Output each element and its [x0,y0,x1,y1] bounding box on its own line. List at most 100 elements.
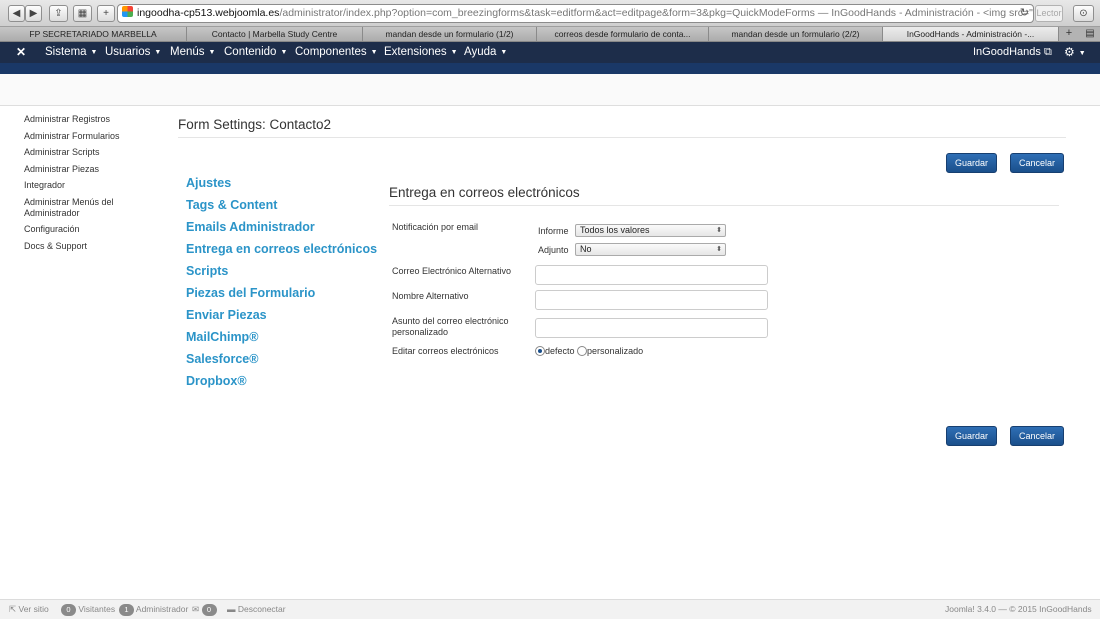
radio-custom-label[interactable]: personalizado [587,346,643,356]
caret-down-icon: ▼ [370,49,378,56]
sidebar-item-formularios[interactable]: Administrar Formularios [24,131,164,142]
menu-contenido[interactable]: Contenido ▼ [224,42,287,63]
tab-dropbox[interactable]: Dropbox® [186,372,377,394]
custom-subject-label: Asunto del correo electrónico personaliz… [392,316,509,337]
menu-componentes[interactable]: Componentes ▼ [295,42,378,63]
menu-menus[interactable]: Menús ▼ [170,42,215,63]
browser-tab-active[interactable]: InGoodHands - Administración -... [883,27,1059,41]
caret-down-icon: ▼ [154,49,162,56]
version-text: Joomla! 3.4.0 — © 2015 InGoodHands [945,604,1092,614]
share-icon[interactable]: ⇪ [49,5,68,22]
select-arrows-icon: ⬍ [716,227,722,234]
cancel-button-bottom[interactable]: Cancelar [1010,426,1064,446]
edit-emails-options: defecto personalizado [535,346,643,357]
gear-icon: ⚙ [1064,45,1075,59]
tab-salesforce[interactable]: Salesforce® [186,350,377,372]
sidebar-item-scripts[interactable]: Administrar Scripts [24,147,164,158]
view-site-link[interactable]: ⇱ Ver sitio [9,600,49,619]
admins-count-badge: 1 [119,604,134,616]
messages-status[interactable]: ✉ 0 [192,600,217,619]
radio-custom[interactable] [577,346,588,356]
url-path: /administrator/index.php?option=com_bree… [279,7,1033,19]
menu-usuarios[interactable]: Usuarios ▼ [105,42,161,63]
save-button-top[interactable]: Guardar [946,153,997,173]
user-menu[interactable]: ⚙ ▼ [1064,42,1086,64]
attachment-select-value: No [580,244,592,254]
sidebar: Administrar Registros Administrar Formul… [24,114,164,257]
admins-label: Administrador [135,604,189,614]
sidebar-item-configuracion[interactable]: Configuración [24,224,164,235]
tab-ajustes[interactable]: Ajustes [186,174,377,196]
back-icon[interactable]: ◀ [8,5,25,22]
external-link-icon: ⇱ [9,604,17,614]
attachment-label: Adjunto [538,245,569,255]
sidebar-item-integrador[interactable]: Integrador [24,180,164,191]
address-bar[interactable]: ingoodha-cp513.webjoomla.es/administrato… [117,4,1034,23]
caret-down-icon: ▼ [208,49,216,56]
attachment-select[interactable]: No ⬍ [575,243,726,256]
menu-sistema[interactable]: Sistema ▼ [45,42,97,63]
menu-label: Contenido [224,46,277,58]
alt-name-input[interactable] [535,290,768,310]
custom-subject-input[interactable] [535,318,768,338]
admins-status: 1 Administrador [119,600,188,619]
alt-email-label: Correo Electrónico Alternativo [392,266,512,276]
top-sites-icon[interactable]: ▦ [73,5,92,22]
tab-emails-admin[interactable]: Emails Administrador [186,218,377,240]
browser-tab[interactable]: FP SECRETARIADO MARBELLA [0,27,187,41]
tab-mailchimp[interactable]: MailChimp® [186,328,377,350]
browser-tab[interactable]: Contacto | Marbella Study Centre [187,27,363,41]
browser-tab[interactable]: mandan desde un formulario (2/2) [709,27,883,41]
save-button-bottom[interactable]: Guardar [946,426,997,446]
logout-link[interactable]: ▬ Desconectar [227,600,286,619]
sidebar-item-registros[interactable]: Administrar Registros [24,114,164,125]
radio-default[interactable] [535,346,545,356]
reader-button[interactable]: Lector [1035,5,1063,22]
site-link[interactable]: InGoodHands ⧉ [973,42,1052,63]
report-label: Informe [538,226,569,236]
menu-ayuda[interactable]: Ayuda ▼ [464,42,507,63]
report-select[interactable]: Todos los valores ⬍ [575,224,726,237]
visitors-count-badge: 0 [61,604,76,616]
tab-piezas-formulario[interactable]: Piezas del Formulario [186,284,377,306]
menu-label: Componentes [295,46,367,58]
minus-icon: ▬ [227,604,236,614]
sidebar-item-menus[interactable]: Administrar Menús del Administrador [24,197,129,219]
header-strip [0,63,1100,74]
select-arrows-icon: ⬍ [716,246,722,253]
tab-tags-content[interactable]: Tags & Content [186,196,377,218]
browser-toolbar: ◀ ▶ ⇪ ▦ + ingoodha-cp513.webjoomla.es/ad… [0,0,1100,27]
site-favicon-icon [122,6,133,17]
divider [178,137,1066,138]
radio-default-label[interactable]: defecto [545,346,575,356]
visitors-label: Visitantes [78,604,116,614]
messages-count-badge: 0 [201,604,217,616]
caret-down-icon: ▼ [90,49,98,56]
add-tab-icon[interactable]: + [1059,27,1079,41]
alt-email-input[interactable] [535,265,768,285]
tab-entrega-correos[interactable]: Entrega en correos electrónicos [186,240,377,262]
tab-overview-icon[interactable]: ▤ [1080,27,1100,41]
report-select-value: Todos los valores [580,225,650,235]
divider [389,205,1059,206]
sidebar-item-docs[interactable]: Docs & Support [24,241,164,252]
view-site-label: Ver sitio [18,604,49,614]
alt-name-label: Nombre Alternativo [392,291,469,301]
joomla-logo-icon[interactable]: ✕ [16,45,26,59]
sidebar-item-piezas[interactable]: Administrar Piezas [24,164,164,175]
menu-label: Extensiones [384,46,447,58]
browser-tab[interactable]: correos desde formulario de conta... [537,27,709,41]
tab-scripts[interactable]: Scripts [186,262,377,284]
cancel-button-top[interactable]: Cancelar [1010,153,1064,173]
menu-extensiones[interactable]: Extensiones ▼ [384,42,458,63]
forward-icon[interactable]: ▶ [25,5,42,22]
notification-label: Notificación por email [392,222,479,232]
new-tab-icon[interactable]: + [97,5,115,22]
downloads-icon[interactable]: ⊙ [1073,5,1094,22]
reload-icon[interactable]: ↻ [1020,5,1029,22]
envelope-icon: ✉ [192,604,200,614]
tab-enviar-piezas[interactable]: Enviar Piezas [186,306,377,328]
browser-tab[interactable]: mandan desde un formulario (1/2) [363,27,537,41]
menu-label: Sistema [45,46,87,58]
site-name: InGoodHands [973,46,1041,58]
